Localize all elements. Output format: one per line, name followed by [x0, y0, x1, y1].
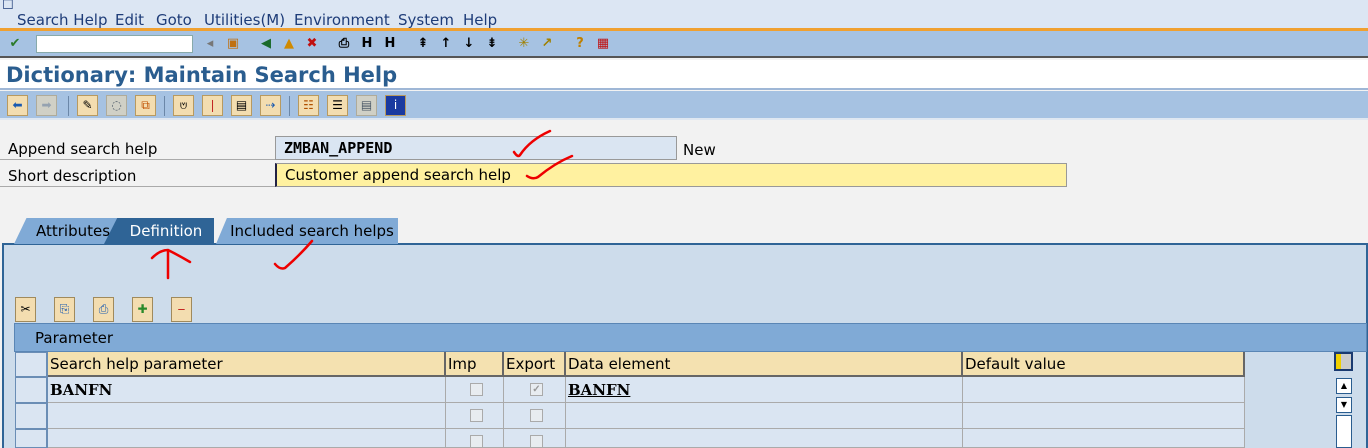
- imp-cell: [446, 429, 504, 448]
- grid-title: Parameter: [14, 323, 1367, 352]
- customize-layout-icon[interactable]: ▦: [594, 35, 612, 53]
- imp-checkbox[interactable]: [470, 409, 483, 422]
- menu-edit[interactable]: Edit: [115, 11, 144, 29]
- short-description-label: Short description: [0, 163, 275, 187]
- menu-system[interactable]: System: [398, 11, 454, 29]
- print-icon[interactable]: ⎙: [335, 35, 353, 53]
- column-header-default-value[interactable]: Default value: [963, 352, 1245, 377]
- menu-bar: ☐ Search Help Edit Goto Utilities(M) Env…: [0, 0, 1368, 31]
- tab-attributes[interactable]: Attributes: [14, 218, 118, 244]
- data-element-cell[interactable]: [566, 403, 963, 429]
- delete-row-button[interactable]: ‒: [171, 297, 192, 322]
- active-inactive-button: ◌: [106, 95, 127, 116]
- back-arrow-icon[interactable]: ◂: [201, 35, 219, 53]
- help-icon[interactable]: ?: [571, 35, 589, 53]
- parameter-cell[interactable]: BANFN: [48, 377, 446, 403]
- select-all-button[interactable]: [15, 352, 48, 377]
- other-object-button[interactable]: ⧉: [135, 95, 156, 116]
- display-object-list-button[interactable]: ☰: [327, 95, 348, 116]
- menu-utilities[interactable]: Utilities(M): [204, 11, 285, 29]
- imp-checkbox[interactable]: [470, 435, 483, 448]
- menu-goto[interactable]: Goto: [156, 11, 192, 29]
- column-header-data-element[interactable]: Data element: [566, 352, 963, 377]
- export-checkbox[interactable]: [530, 409, 543, 422]
- shortcut-icon[interactable]: ↗: [538, 35, 556, 53]
- export-cell: [504, 429, 566, 448]
- test-button[interactable]: ▤: [231, 95, 252, 116]
- exit-icon[interactable]: ▲: [280, 35, 298, 53]
- row-selector[interactable]: [15, 429, 48, 448]
- export-cell: [504, 403, 566, 429]
- row-selector[interactable]: [15, 403, 48, 429]
- page-title: Dictionary: Maintain Search Help: [6, 63, 398, 87]
- activate-button[interactable]: ❘: [202, 95, 223, 116]
- imp-cell: [446, 377, 504, 403]
- separator: [68, 96, 69, 116]
- last-page-icon[interactable]: ⇟: [483, 35, 501, 53]
- column-header-parameter[interactable]: Search help parameter: [48, 352, 446, 377]
- default-value-cell[interactable]: [963, 429, 1245, 448]
- first-page-icon[interactable]: ⇞: [414, 35, 432, 53]
- find-icon[interactable]: H: [358, 35, 376, 53]
- check-button[interactable]: ⩅: [173, 95, 194, 116]
- append-search-help-field: ZMBAN_APPEND: [275, 136, 677, 160]
- column-config-icon[interactable]: [1334, 352, 1353, 371]
- new-session-icon[interactable]: ✳: [515, 35, 533, 53]
- separator: [164, 96, 165, 116]
- scroll-up-button[interactable]: ▲: [1336, 378, 1352, 394]
- export-cell: ✓: [504, 377, 566, 403]
- enter-icon[interactable]: ✔: [6, 35, 24, 53]
- save-icon[interactable]: ▣: [224, 35, 242, 53]
- info-button[interactable]: i: [385, 95, 406, 116]
- menu-environment[interactable]: Environment: [294, 11, 390, 29]
- command-field[interactable]: [36, 35, 193, 53]
- tab-definition[interactable]: Definition: [104, 218, 214, 244]
- copy-button[interactable]: ⎘: [54, 297, 75, 322]
- export-checkbox[interactable]: [530, 435, 543, 448]
- tab-included-search-helps[interactable]: Included search helps: [216, 218, 398, 244]
- menu-search-help[interactable]: Search Help: [17, 11, 108, 29]
- vertical-scrollbar[interactable]: [1336, 415, 1352, 448]
- row-selector[interactable]: [15, 377, 48, 403]
- data-element-cell[interactable]: [566, 429, 963, 448]
- append-search-help-label: Append search help: [0, 136, 275, 160]
- list-button: ▤: [356, 95, 377, 116]
- short-description-input[interactable]: Customer append search help: [275, 163, 1067, 187]
- system-toolbar: ✔ ◂ ▣ ◀ ▲ ✖ ⎙ H H ⇞ ↑ ↓ ⇟ ✳ ↗ ? ▦: [0, 31, 1368, 58]
- next-page-icon[interactable]: ↓: [460, 35, 478, 53]
- hierarchy-button[interactable]: ☷: [298, 95, 319, 116]
- forward-arrow-button: ➡: [36, 95, 57, 116]
- column-header-imp[interactable]: Imp: [446, 352, 504, 377]
- cancel-icon[interactable]: ✖: [303, 35, 321, 53]
- scroll-down-button[interactable]: ▼: [1336, 397, 1352, 413]
- paste-button[interactable]: ⎙: [93, 297, 114, 322]
- display-change-button[interactable]: ✎: [77, 95, 98, 116]
- cut-button[interactable]: ✂: [15, 297, 36, 322]
- menu-help[interactable]: Help: [463, 11, 497, 29]
- export-checkbox[interactable]: ✓: [530, 383, 543, 396]
- parameter-cell[interactable]: [48, 403, 446, 429]
- column-header-export[interactable]: Export: [504, 352, 566, 377]
- default-value-cell[interactable]: [963, 377, 1245, 403]
- imp-cell: [446, 403, 504, 429]
- find-next-icon[interactable]: H: [381, 35, 399, 53]
- window-menu-icon[interactable]: ☐: [2, 0, 14, 13]
- default-value-cell[interactable]: [963, 403, 1245, 429]
- back-icon[interactable]: ◀: [257, 35, 275, 53]
- separator: [289, 96, 290, 116]
- insert-row-button[interactable]: ✚: [132, 297, 153, 322]
- where-used-button[interactable]: ⇢: [260, 95, 281, 116]
- imp-checkbox[interactable]: [470, 383, 483, 396]
- status-text: New: [683, 141, 716, 159]
- application-toolbar: ⬅ ➡ ✎ ◌ ⧉ ⩅ ❘ ▤ ⇢ ☷ ☰ ▤ i: [0, 91, 1368, 120]
- title-bar: Dictionary: Maintain Search Help: [0, 60, 1368, 90]
- previous-page-icon[interactable]: ↑: [437, 35, 455, 53]
- parameter-cell[interactable]: [48, 429, 446, 448]
- data-element-cell[interactable]: BANFN: [566, 377, 963, 403]
- back-arrow-button[interactable]: ⬅: [7, 95, 28, 116]
